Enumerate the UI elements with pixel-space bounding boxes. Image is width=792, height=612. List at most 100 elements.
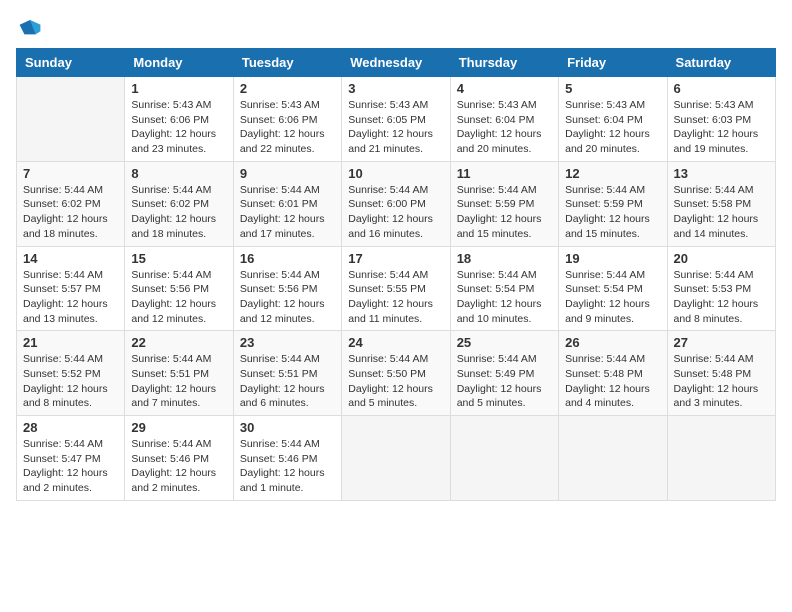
day-info: Sunrise: 5:44 AM Sunset: 5:52 PM Dayligh… <box>23 352 118 411</box>
day-number: 8 <box>131 166 226 181</box>
logo-icon <box>18 16 42 40</box>
day-number: 17 <box>348 251 443 266</box>
day-info: Sunrise: 5:44 AM Sunset: 6:00 PM Dayligh… <box>348 183 443 242</box>
day-info: Sunrise: 5:44 AM Sunset: 5:58 PM Dayligh… <box>674 183 769 242</box>
day-info: Sunrise: 5:44 AM Sunset: 5:51 PM Dayligh… <box>131 352 226 411</box>
calendar-header: SundayMondayTuesdayWednesdayThursdayFrid… <box>17 49 776 77</box>
day-info: Sunrise: 5:44 AM Sunset: 6:02 PM Dayligh… <box>131 183 226 242</box>
day-info: Sunrise: 5:44 AM Sunset: 5:46 PM Dayligh… <box>240 437 335 496</box>
day-cell: 21Sunrise: 5:44 AM Sunset: 5:52 PM Dayli… <box>17 331 125 416</box>
day-cell: 22Sunrise: 5:44 AM Sunset: 5:51 PM Dayli… <box>125 331 233 416</box>
day-cell: 15Sunrise: 5:44 AM Sunset: 5:56 PM Dayli… <box>125 246 233 331</box>
day-number: 7 <box>23 166 118 181</box>
day-header-saturday: Saturday <box>667 49 775 77</box>
day-header-thursday: Thursday <box>450 49 558 77</box>
day-header-tuesday: Tuesday <box>233 49 341 77</box>
day-number: 6 <box>674 81 769 96</box>
day-number: 28 <box>23 420 118 435</box>
day-number: 4 <box>457 81 552 96</box>
day-cell: 3Sunrise: 5:43 AM Sunset: 6:05 PM Daylig… <box>342 77 450 162</box>
day-cell: 29Sunrise: 5:44 AM Sunset: 5:46 PM Dayli… <box>125 416 233 501</box>
day-number: 30 <box>240 420 335 435</box>
day-header-wednesday: Wednesday <box>342 49 450 77</box>
day-cell: 7 Sunrise: 5:44 AM Sunset: 6:02 PM Daylig… <box>17 161 125 246</box>
day-info: Sunrise: 5:44 AM Sunset: 5:54 PM Dayligh… <box>457 268 552 327</box>
day-cell: 23 Sunrise: 5:44 AM Sunset: 5:51 PM Dayli… <box>233 331 341 416</box>
day-number: 23 <box>240 335 335 350</box>
day-number: 2 <box>240 81 335 96</box>
day-info: Sunrise: 5:44 AM Sunset: 5:59 PM Dayligh… <box>457 183 552 242</box>
calendar-body: 1 Sunrise: 5:43 AM Sunset: 6:06 PM Daylig… <box>17 77 776 501</box>
week-row-2: 7 Sunrise: 5:44 AM Sunset: 6:02 PM Daylig… <box>17 161 776 246</box>
day-cell: 16Sunrise: 5:44 AM Sunset: 5:56 PM Dayli… <box>233 246 341 331</box>
day-number: 14 <box>23 251 118 266</box>
week-row-4: 21Sunrise: 5:44 AM Sunset: 5:52 PM Dayli… <box>17 331 776 416</box>
day-number: 26 <box>565 335 660 350</box>
header-row: SundayMondayTuesdayWednesdayThursdayFrid… <box>17 49 776 77</box>
day-info: Sunrise: 5:43 AM Sunset: 6:03 PM Dayligh… <box>674 98 769 157</box>
day-cell: 8 Sunrise: 5:44 AM Sunset: 6:02 PM Daylig… <box>125 161 233 246</box>
day-info: Sunrise: 5:44 AM Sunset: 5:46 PM Dayligh… <box>131 437 226 496</box>
day-number: 19 <box>565 251 660 266</box>
day-info: Sunrise: 5:44 AM Sunset: 6:02 PM Dayligh… <box>23 183 118 242</box>
day-number: 27 <box>674 335 769 350</box>
day-cell <box>559 416 667 501</box>
day-cell: 25Sunrise: 5:44 AM Sunset: 5:49 PM Dayli… <box>450 331 558 416</box>
day-cell: 19 Sunrise: 5:44 AM Sunset: 5:54 PM Dayli… <box>559 246 667 331</box>
day-cell: 13 Sunrise: 5:44 AM Sunset: 5:58 PM Dayli… <box>667 161 775 246</box>
week-row-5: 28 Sunrise: 5:44 AM Sunset: 5:47 PM Dayli… <box>17 416 776 501</box>
day-info: Sunrise: 5:43 AM Sunset: 6:04 PM Dayligh… <box>565 98 660 157</box>
week-row-3: 14 Sunrise: 5:44 AM Sunset: 5:57 PM Dayli… <box>17 246 776 331</box>
day-number: 15 <box>131 251 226 266</box>
day-cell: 10 Sunrise: 5:44 AM Sunset: 6:00 PM Dayli… <box>342 161 450 246</box>
day-cell: 17 Sunrise: 5:44 AM Sunset: 5:55 PM Dayli… <box>342 246 450 331</box>
day-cell: 12Sunrise: 5:44 AM Sunset: 5:59 PM Dayli… <box>559 161 667 246</box>
day-cell: 9Sunrise: 5:44 AM Sunset: 6:01 PM Daylig… <box>233 161 341 246</box>
day-info: Sunrise: 5:43 AM Sunset: 6:06 PM Dayligh… <box>240 98 335 157</box>
day-info: Sunrise: 5:44 AM Sunset: 5:48 PM Dayligh… <box>674 352 769 411</box>
calendar: SundayMondayTuesdayWednesdayThursdayFrid… <box>16 48 776 501</box>
day-info: Sunrise: 5:44 AM Sunset: 5:59 PM Dayligh… <box>565 183 660 242</box>
day-number: 11 <box>457 166 552 181</box>
day-cell: 26 Sunrise: 5:44 AM Sunset: 5:48 PM Dayli… <box>559 331 667 416</box>
day-cell: 1 Sunrise: 5:43 AM Sunset: 6:06 PM Daylig… <box>125 77 233 162</box>
day-number: 18 <box>457 251 552 266</box>
day-cell <box>17 77 125 162</box>
day-cell: 2 Sunrise: 5:43 AM Sunset: 6:06 PM Daylig… <box>233 77 341 162</box>
day-cell: 4 Sunrise: 5:43 AM Sunset: 6:04 PM Daylig… <box>450 77 558 162</box>
day-cell: 20Sunrise: 5:44 AM Sunset: 5:53 PM Dayli… <box>667 246 775 331</box>
day-number: 1 <box>131 81 226 96</box>
day-info: Sunrise: 5:43 AM Sunset: 6:06 PM Dayligh… <box>131 98 226 157</box>
day-info: Sunrise: 5:44 AM Sunset: 5:55 PM Dayligh… <box>348 268 443 327</box>
day-info: Sunrise: 5:44 AM Sunset: 5:50 PM Dayligh… <box>348 352 443 411</box>
day-number: 10 <box>348 166 443 181</box>
day-number: 5 <box>565 81 660 96</box>
day-info: Sunrise: 5:43 AM Sunset: 6:04 PM Dayligh… <box>457 98 552 157</box>
day-cell: 28 Sunrise: 5:44 AM Sunset: 5:47 PM Dayli… <box>17 416 125 501</box>
day-info: Sunrise: 5:44 AM Sunset: 5:56 PM Dayligh… <box>240 268 335 327</box>
day-info: Sunrise: 5:44 AM Sunset: 5:47 PM Dayligh… <box>23 437 118 496</box>
day-info: Sunrise: 5:44 AM Sunset: 5:53 PM Dayligh… <box>674 268 769 327</box>
day-number: 13 <box>674 166 769 181</box>
day-info: Sunrise: 5:44 AM Sunset: 5:57 PM Dayligh… <box>23 268 118 327</box>
day-info: Sunrise: 5:44 AM Sunset: 5:48 PM Dayligh… <box>565 352 660 411</box>
day-number: 25 <box>457 335 552 350</box>
day-cell <box>342 416 450 501</box>
day-cell: 24Sunrise: 5:44 AM Sunset: 5:50 PM Dayli… <box>342 331 450 416</box>
week-row-1: 1 Sunrise: 5:43 AM Sunset: 6:06 PM Daylig… <box>17 77 776 162</box>
day-cell <box>667 416 775 501</box>
day-cell: 30 Sunrise: 5:44 AM Sunset: 5:46 PM Dayli… <box>233 416 341 501</box>
day-info: Sunrise: 5:44 AM Sunset: 5:54 PM Dayligh… <box>565 268 660 327</box>
day-cell: 14 Sunrise: 5:44 AM Sunset: 5:57 PM Dayli… <box>17 246 125 331</box>
day-header-friday: Friday <box>559 49 667 77</box>
day-info: Sunrise: 5:44 AM Sunset: 5:51 PM Dayligh… <box>240 352 335 411</box>
day-cell <box>450 416 558 501</box>
day-header-monday: Monday <box>125 49 233 77</box>
day-number: 3 <box>348 81 443 96</box>
day-cell: 11 Sunrise: 5:44 AM Sunset: 5:59 PM Dayli… <box>450 161 558 246</box>
day-cell: 5 Sunrise: 5:43 AM Sunset: 6:04 PM Daylig… <box>559 77 667 162</box>
day-header-sunday: Sunday <box>17 49 125 77</box>
day-cell: 18 Sunrise: 5:44 AM Sunset: 5:54 PM Dayli… <box>450 246 558 331</box>
day-cell: 6 Sunrise: 5:43 AM Sunset: 6:03 PM Daylig… <box>667 77 775 162</box>
day-info: Sunrise: 5:44 AM Sunset: 6:01 PM Dayligh… <box>240 183 335 242</box>
